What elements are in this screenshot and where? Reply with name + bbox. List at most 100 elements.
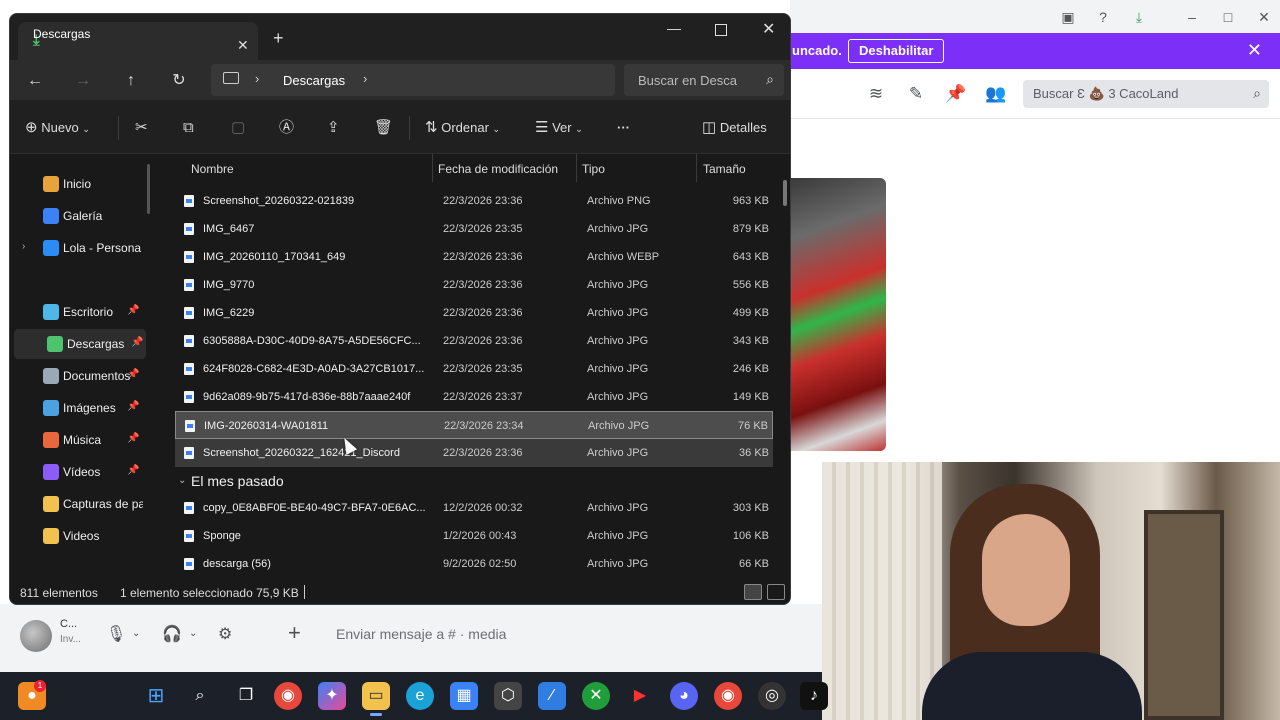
view-button[interactable]: ☰ Ver ⌄ <box>535 117 583 139</box>
new-button[interactable]: ⊕ Nuevo ⌄ <box>25 117 90 139</box>
sidebar-item[interactable]: Vídeos 📌 <box>10 457 160 487</box>
table-row[interactable]: Screenshot_20260322_162421_Discord 22/3/2… <box>175 439 773 467</box>
close-window-icon[interactable]: ✕ <box>762 19 775 39</box>
table-row[interactable]: 9d62a089-9b75-417d-836e-88b7aaae240f 22/3… <box>175 383 773 411</box>
microphone-icon[interactable]: 🎙 <box>106 624 126 644</box>
pin-icon[interactable]: 📌 <box>127 305 139 316</box>
chevron-down-icon[interactable]: ⌄ <box>178 475 186 486</box>
table-row[interactable]: 624F8028-C682-4E3D-A0AD-3A27CB1017... 22/… <box>175 355 773 383</box>
disable-button[interactable]: Deshabilitar <box>848 39 945 63</box>
app-settings-icon[interactable]: ⬡ <box>494 682 522 710</box>
sidebar-item[interactable]: Videos <box>10 521 160 551</box>
sidebar-item[interactable]: › Lola - Persona <box>10 233 160 263</box>
edge-icon[interactable]: e <box>406 682 434 710</box>
table-row[interactable]: IMG-20260314-WA01811 22/3/2026 23:34 Archi… <box>175 411 773 439</box>
column-divider[interactable] <box>432 154 433 182</box>
tiles-view-icon[interactable] <box>767 584 785 600</box>
copy-icon[interactable]: ⧉ <box>183 117 194 139</box>
pin-icon[interactable]: 📌 <box>131 337 143 348</box>
chevron-right-icon[interactable]: › <box>255 71 259 86</box>
chevron-right-icon[interactable]: › <box>363 71 367 86</box>
chevron-right-icon[interactable]: › <box>22 241 25 252</box>
group-header[interactable]: ⌄ El mes pasado <box>170 470 470 494</box>
column-name[interactable]: Nombre <box>191 162 234 176</box>
pin-icon[interactable]: 📌 <box>127 401 139 412</box>
minimize-icon[interactable]: — <box>667 20 681 36</box>
column-date[interactable]: Fecha de modificación <box>438 162 558 176</box>
cut-icon[interactable]: ✂ <box>135 117 148 139</box>
tab-descargas[interactable]: ⤓ Descargas ✕ <box>18 22 258 60</box>
pin-icon[interactable]: 📌 <box>127 369 139 380</box>
close-icon[interactable]: ✕ <box>1253 6 1275 28</box>
sidebar-item[interactable]: Documentos 📌 <box>10 361 160 391</box>
vertical-scrollbar[interactable] <box>783 180 787 206</box>
rename-icon[interactable]: Ⓐ <box>279 117 294 139</box>
sidebar-item[interactable]: Inicio <box>10 169 160 199</box>
maximize-icon[interactable] <box>715 24 727 36</box>
message-input[interactable]: Enviar mensaje a # · media <box>336 626 506 642</box>
table-row[interactable]: IMG_6467 22/3/2026 23:35 Archivo JPG 879 KB <box>175 215 773 243</box>
discord-icon[interactable]: ◕ <box>670 682 698 710</box>
maximize-icon[interactable]: □ <box>1217 6 1239 28</box>
tiktok-icon[interactable]: ♪ <box>800 682 828 710</box>
more-options-button[interactable]: ··· <box>617 117 630 139</box>
table-row[interactable]: IMG_20260110_170341_649 22/3/2026 23:36 Ar… <box>175 243 773 271</box>
column-divider[interactable] <box>696 154 697 182</box>
chrome-icon[interactable]: ◉ <box>714 682 742 710</box>
message-image[interactable] <box>790 178 886 451</box>
chevron-down-icon[interactable]: ⌄ <box>189 628 197 639</box>
avatar[interactable] <box>20 620 52 652</box>
pin-icon[interactable]: 📌 <box>127 465 139 476</box>
mute-icon[interactable]: ✎ <box>905 83 927 105</box>
column-size[interactable]: Tamaño <box>703 162 746 176</box>
obs-icon[interactable]: ◎ <box>758 682 786 710</box>
azure-icon[interactable]: ∕ <box>538 682 566 710</box>
sidebar-item[interactable]: Capturas de pa <box>10 489 160 519</box>
task-view-icon[interactable]: ❐ <box>232 682 260 710</box>
gear-icon[interactable]: ⚙ <box>218 624 232 644</box>
forward-icon[interactable]: → <box>71 69 95 93</box>
pin-icon[interactable]: 📌 <box>945 83 967 105</box>
close-icon[interactable]: ✕ <box>1247 40 1262 61</box>
members-icon[interactable]: 👥 <box>985 83 1007 105</box>
column-type[interactable]: Tipo <box>582 162 605 176</box>
sort-button[interactable]: ⇅ Ordenar ⌄ <box>425 117 500 139</box>
delete-icon[interactable]: 🗑 <box>374 117 393 139</box>
youtube-icon[interactable]: ▶ <box>626 682 654 710</box>
attach-plus-icon[interactable]: + <box>288 620 301 646</box>
close-tab-icon[interactable]: ✕ <box>237 37 249 54</box>
xbox-icon[interactable]: ✕ <box>582 682 610 710</box>
table-row[interactable]: Screenshot_20260322-021839 22/3/2026 23:3… <box>175 187 773 215</box>
sidebar-item[interactable]: Descargas 📌 <box>14 329 146 359</box>
breadcrumb[interactable]: Descargas <box>283 73 345 88</box>
sidebar-item[interactable]: Imágenes 📌 <box>10 393 160 423</box>
column-divider[interactable] <box>576 154 577 182</box>
search-icon[interactable]: ⌕ <box>186 682 214 710</box>
details-view-icon[interactable] <box>744 584 762 600</box>
back-icon[interactable]: ← <box>23 69 47 93</box>
address-bar[interactable]: › Descargas › <box>211 64 615 96</box>
search-input[interactable]: Buscar en Desca ⌕ <box>624 64 784 96</box>
copilot-icon[interactable]: ✦ <box>318 682 346 710</box>
new-tab-icon[interactable]: + <box>273 28 284 49</box>
up-icon[interactable]: ↑ <box>119 69 143 93</box>
inbox-icon[interactable]: ▣ <box>1057 6 1079 28</box>
table-row[interactable]: 6305888A-D30C-40D9-8A75-A5DE56CFC... 22/3… <box>175 327 773 355</box>
table-row[interactable]: IMG_6229 22/3/2026 23:36 Archivo JPG 499 KB <box>175 299 773 327</box>
file-explorer-icon[interactable]: ▭ <box>362 682 390 716</box>
table-row[interactable]: descarga (56) 9/2/2026 02:50 Archivo JPG 66… <box>175 550 773 578</box>
sidebar-item[interactable]: Escritorio 📌 <box>10 297 160 327</box>
download-icon[interactable]: ⤓ <box>1128 6 1150 28</box>
threads-icon[interactable]: ≋ <box>865 83 887 105</box>
share-icon[interactable]: ⇪ <box>327 117 340 139</box>
sidebar-item[interactable]: Música 📌 <box>10 425 160 455</box>
sidebar-item[interactable]: Galería <box>10 201 160 231</box>
paste-icon[interactable]: ▢ <box>231 117 245 139</box>
discord-search-input[interactable]: Buscar Ɛ 💩 3 CacoLand ⌕ <box>1023 80 1269 108</box>
table-row[interactable]: IMG_9770 22/3/2026 23:36 Archivo JPG 556 KB <box>175 271 773 299</box>
refresh-icon[interactable]: ↻ <box>167 69 191 93</box>
details-button[interactable]: ◫ Detalles <box>702 117 767 139</box>
table-row[interactable]: Sponge 1/2/2026 00:43 Archivo JPG 106 KB <box>175 522 773 550</box>
windows-start-icon[interactable]: ⊞ <box>142 682 170 710</box>
chrome-icon[interactable]: ◉ <box>274 682 302 710</box>
